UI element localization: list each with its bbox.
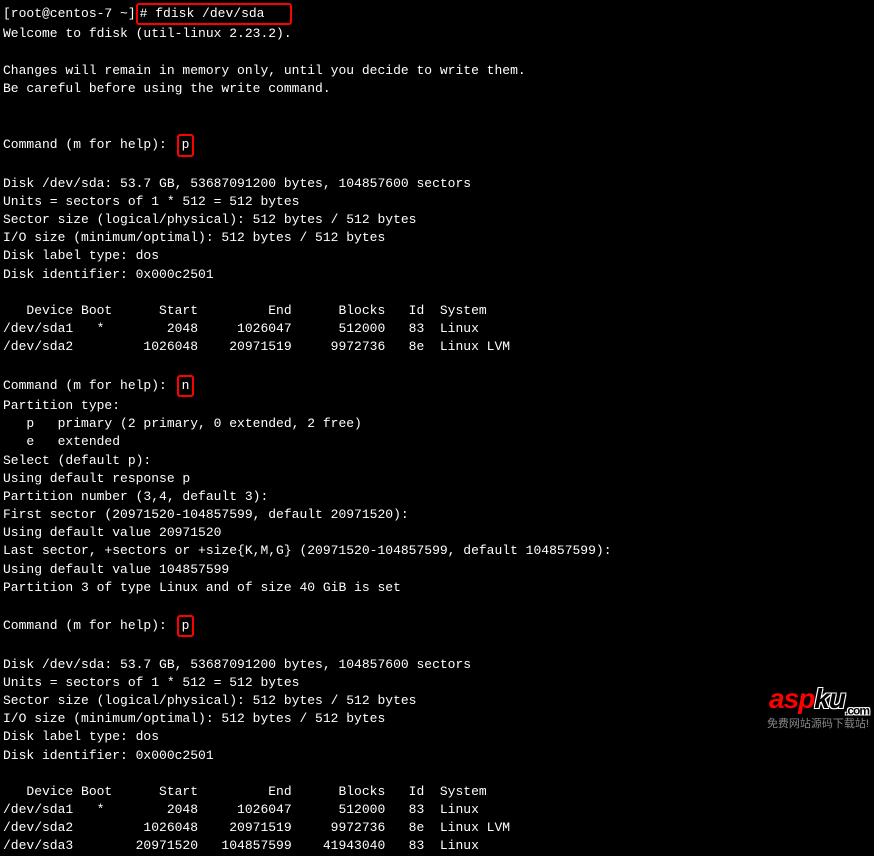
input-highlight-n: n (177, 375, 195, 397)
partition-last-sector: Last sector, +sectors or +size{K,M,G} (2… (3, 542, 871, 560)
partition-default-last: Using default value 104857599 (3, 561, 871, 579)
disk-identifier: Disk identifier: 0x000c2501 (3, 266, 871, 284)
input-highlight-p2: p (177, 615, 195, 637)
disk-io-size: I/O size (minimum/optimal): 512 bytes / … (3, 229, 871, 247)
partition-result: Partition 3 of type Linux and of size 40… (3, 579, 871, 597)
disk-header: Disk /dev/sda: 53.7 GB, 53687091200 byte… (3, 175, 871, 193)
terminal-output: [root@centos-7 ~]# fdisk /dev/sda Welcom… (3, 3, 871, 856)
command-highlight: # fdisk /dev/sda (136, 3, 292, 25)
partition-select: Select (default p): (3, 452, 871, 470)
partition-default-first: Using default value 20971520 (3, 524, 871, 542)
input-highlight-p1: p (177, 134, 195, 156)
warning-1: Changes will remain in memory only, unti… (3, 62, 871, 80)
command-prompt-2: Command (m for help): n (3, 375, 871, 397)
prompt-command: fdisk /dev/sda (155, 6, 288, 21)
partition-default-resp: Using default response p (3, 470, 871, 488)
disk-label-type-2: Disk label type: dos (3, 728, 871, 746)
partition-first-sector: First sector (20971520-104857599, defaul… (3, 506, 871, 524)
disk-header-2: Disk /dev/sda: 53.7 GB, 53687091200 byte… (3, 656, 871, 674)
table1-row2: /dev/sda2 1026048 20971519 9972736 8e Li… (3, 338, 871, 356)
prompt-line: [root@centos-7 ~]# fdisk /dev/sda (3, 3, 871, 25)
partition-primary: p primary (2 primary, 0 extended, 2 free… (3, 415, 871, 433)
disk-sector-size-2: Sector size (logical/physical): 512 byte… (3, 692, 871, 710)
disk-identifier-2: Disk identifier: 0x000c2501 (3, 747, 871, 765)
watermark-brand: aspku.com (767, 679, 869, 719)
disk-sector-size: Sector size (logical/physical): 512 byte… (3, 211, 871, 229)
partition-number: Partition number (3,4, default 3): (3, 488, 871, 506)
prompt-user-host: [root@centos-7 ~] (3, 6, 136, 21)
disk-io-size-2: I/O size (minimum/optimal): 512 bytes / … (3, 710, 871, 728)
table2-header: Device Boot Start End Blocks Id System (3, 783, 871, 801)
table1-row1: /dev/sda1 * 2048 1026047 512000 83 Linux (3, 320, 871, 338)
warning-2: Be careful before using the write comman… (3, 80, 871, 98)
table2-row1: /dev/sda1 * 2048 1026047 512000 83 Linux (3, 801, 871, 819)
command-prompt-3: Command (m for help): p (3, 615, 871, 637)
partition-extended: e extended (3, 433, 871, 451)
watermark: aspku.com 免费网站源码下载站! (767, 679, 869, 732)
welcome-message: Welcome to fdisk (util-linux 2.23.2). (3, 25, 871, 43)
watermark-tagline: 免费网站源码下载站! (767, 717, 869, 732)
partition-type-label: Partition type: (3, 397, 871, 415)
table2-row3: /dev/sda3 20971520 104857599 41943040 83… (3, 837, 871, 855)
disk-units-2: Units = sectors of 1 * 512 = 512 bytes (3, 674, 871, 692)
table1-header: Device Boot Start End Blocks Id System (3, 302, 871, 320)
disk-label-type: Disk label type: dos (3, 247, 871, 265)
prompt-hash: # (140, 6, 148, 21)
table2-row2: /dev/sda2 1026048 20971519 9972736 8e Li… (3, 819, 871, 837)
disk-units: Units = sectors of 1 * 512 = 512 bytes (3, 193, 871, 211)
command-prompt-1: Command (m for help): p (3, 134, 871, 156)
